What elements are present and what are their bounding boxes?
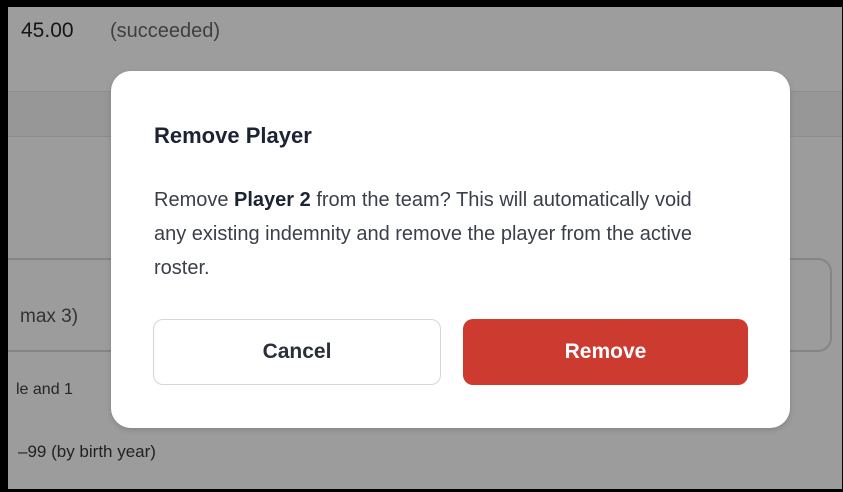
window-frame: 45.00 (succeeded) max 3) le and 1 –99 (b…: [0, 0, 843, 492]
player-name: Player 2: [234, 189, 311, 211]
background-max-label: max 3): [20, 306, 79, 327]
remove-button[interactable]: Remove: [463, 319, 748, 385]
page-backdrop: 45.00 (succeeded) max 3) le and 1 –99 (b…: [8, 7, 842, 489]
cancel-button[interactable]: Cancel: [153, 319, 441, 385]
dialog-title: Remove Player: [154, 123, 312, 148]
background-age-text: le and 1: [16, 381, 73, 398]
background-range-text: –99 (by birth year): [18, 442, 156, 461]
remove-player-dialog: Remove Player Remove Player 2 from the t…: [111, 71, 790, 428]
payment-amount: 45.00: [21, 19, 74, 42]
dialog-message-prefix: Remove: [154, 189, 235, 211]
payment-status: (succeeded): [110, 20, 221, 42]
dialog-message: Remove Player 2 from the team? This will…: [154, 183, 714, 285]
